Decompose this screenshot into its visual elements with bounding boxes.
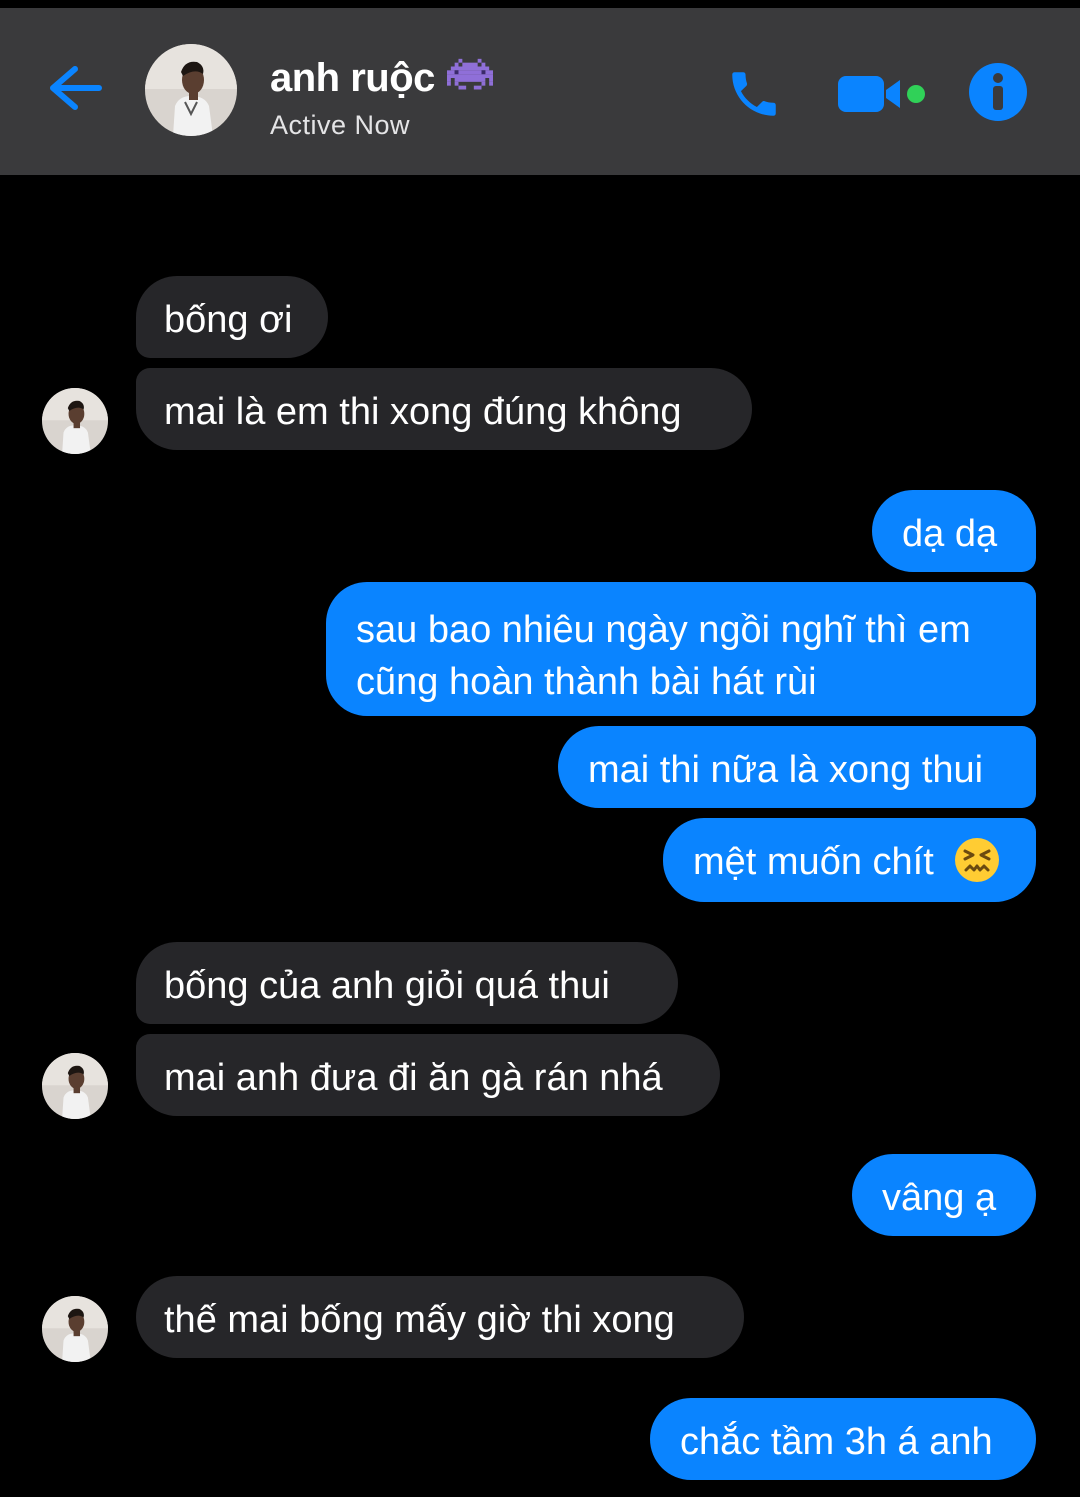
message-bubble-sent[interactable]: sau bao nhiêu ngày ngồi nghĩ thì em cũng…	[326, 582, 1036, 716]
contact-name-row[interactable]: anh ruộc	[270, 52, 493, 104]
status-bar-strip	[0, 0, 1080, 8]
voice-call-button[interactable]	[722, 62, 786, 126]
back-button[interactable]	[40, 58, 110, 118]
message-text: thế mai bống mấy giờ thi xong	[164, 1299, 675, 1341]
confounded-face-icon	[955, 837, 1000, 882]
video-call-button[interactable]	[836, 66, 932, 122]
message-bubble-received[interactable]: mai là em thi xong đúng không	[136, 368, 752, 450]
message-bubble-sent[interactable]: mệt muốn chít	[663, 818, 1036, 902]
chat-screen: anh ruộc Active Now bống ơi mai là em th…	[0, 0, 1080, 1497]
message-text: mai thi nữa là xong thui	[588, 749, 984, 791]
message-text: dạ dạ	[902, 513, 998, 555]
message-bubble-sent[interactable]: vâng ạ	[852, 1154, 1036, 1236]
info-icon	[969, 63, 1027, 121]
message-text: bống ơi	[164, 299, 293, 341]
arrow-left-icon	[50, 66, 102, 110]
chat-header: anh ruộc Active Now	[0, 8, 1080, 175]
message-text: mệt muốn chít	[693, 841, 934, 883]
contact-avatar[interactable]	[145, 44, 237, 136]
message-text: vâng ạ	[882, 1177, 997, 1219]
message-bubble-sent[interactable]: dạ dạ	[872, 490, 1036, 572]
video-camera-icon	[838, 76, 925, 112]
message-text: mai là em thi xong đúng không	[164, 391, 682, 433]
alien-monster-icon	[446, 58, 493, 90]
message-bubble-received[interactable]: thế mai bống mấy giờ thi xong	[136, 1276, 744, 1358]
info-button[interactable]	[966, 60, 1030, 124]
message-text-line: cũng hoàn thành bài hát rùi	[356, 661, 817, 703]
message-text: mai anh đưa đi ăn gà rán nhá	[164, 1057, 663, 1099]
active-status: Active Now	[270, 110, 411, 140]
message-bubble-sent[interactable]: chắc tầm 3h á anh	[650, 1398, 1036, 1480]
message-bubble-received[interactable]: bống ơi	[136, 276, 328, 358]
contact-name: anh ruộc	[270, 55, 435, 100]
sender-avatar[interactable]	[42, 1053, 108, 1119]
message-bubble-sent[interactable]: mai thi nữa là xong thui	[558, 726, 1036, 808]
message-text: chắc tầm 3h á anh	[680, 1421, 993, 1463]
message-bubble-received[interactable]: bống của anh giỏi quá thui	[136, 942, 678, 1024]
sender-avatar[interactable]	[42, 1296, 108, 1362]
message-bubble-received[interactable]: mai anh đưa đi ăn gà rán nhá	[136, 1034, 720, 1116]
message-text: bống của anh giỏi quá thui	[164, 965, 610, 1007]
message-text-line: sau bao nhiêu ngày ngồi nghĩ thì em	[356, 609, 971, 651]
phone-icon	[732, 72, 776, 116]
sender-avatar[interactable]	[42, 388, 108, 454]
